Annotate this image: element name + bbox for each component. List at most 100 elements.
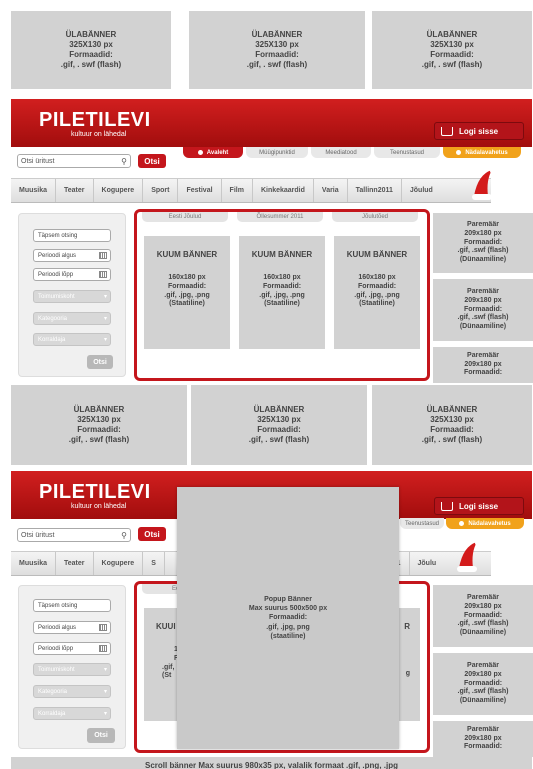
popup-formats: .gif, .jpg, png <box>266 623 310 631</box>
right-banner-2[interactable]: Paremäär 209x180 px Formaadid: .gif, .swf (… <box>433 279 533 341</box>
nav-varia[interactable]: Varia <box>314 179 348 202</box>
nav-festival[interactable]: Festival <box>178 179 222 202</box>
nav-kinkekaardid[interactable]: Kinkekaardid <box>253 179 314 202</box>
category-select[interactable]: Kategooria ▾ <box>33 685 111 698</box>
logo-tagline: kultuur on lähedal <box>71 131 127 138</box>
chevron-down-icon: ▾ <box>103 337 107 343</box>
banner-formats: .gif, . swf (flash) <box>60 60 122 69</box>
nav-sport[interactable]: S <box>143 552 165 575</box>
top-banner-2[interactable]: ÜLABÄNNER 325X130 px Formaadid: .gif, . … <box>189 11 365 89</box>
chevron-down-icon: ▾ <box>103 667 107 673</box>
popup-title: Popup Bänner <box>264 596 312 604</box>
tab-avaleht[interactable]: Avaleht <box>183 147 243 158</box>
tab-meediatood[interactable]: Meediatood <box>311 147 371 158</box>
nav-kogupere[interactable]: Kogupere <box>94 552 144 575</box>
logo[interactable]: PILETILEVI <box>39 110 151 130</box>
hot-tab-1[interactable]: Eesti Jõulud <box>142 212 228 222</box>
right-banner-1[interactable]: Paremäär 209x180 px Formaadid: .gif, .swf (… <box>433 213 533 273</box>
search-input-2[interactable]: Otsi üritust ⚲ <box>17 528 131 542</box>
performer-select[interactable]: Korraldaja ▾ <box>33 333 111 346</box>
location-select[interactable]: Toimumiskoht ▾ <box>33 663 111 676</box>
calendar-icon[interactable] <box>99 624 107 631</box>
hot-tab-3[interactable]: Jõulutõed <box>332 212 418 222</box>
tab-muugipunktid[interactable]: Müügipunktid <box>246 147 308 158</box>
period-end-field[interactable]: Perioodi lõpp <box>33 268 111 281</box>
banner-title: ÜLABÄNNER <box>426 30 478 39</box>
hot-banners-frame: Eesti Jõulud Õllesummer 2011 Jõulutõed K… <box>134 209 430 381</box>
login-button-2[interactable]: Logi sisse <box>434 497 524 515</box>
banner-size: 325X130 px <box>69 40 113 49</box>
right-banner-3[interactable]: Paremäär 209x180 px Formaadid: <box>433 347 533 383</box>
tab-nadalavahetus-2[interactable]: Nädalavahetus <box>446 518 524 529</box>
side-search-panel: Täpsem otsing Perioodi algus Perioodi lõ… <box>18 213 126 377</box>
banner-formats-label: Formaadid: <box>69 50 113 59</box>
side-search-button[interactable]: Otsi <box>87 355 113 369</box>
period-start-field[interactable]: Perioodi algus <box>33 621 111 634</box>
scroll-banner[interactable]: Scroll bänner Max suurus 980x35 px, vala… <box>11 757 532 769</box>
search-input[interactable]: Otsi üritust ⚲ <box>17 154 131 168</box>
hot-banner-1[interactable]: KUUM BÄNNER 160x180 px Formaadid: .gif, … <box>144 236 230 349</box>
search-button[interactable]: Otsi <box>138 154 166 168</box>
mid-banner-2[interactable]: ÜLABÄNNER 325X130 px Formaadid: .gif, . swf… <box>191 385 367 465</box>
banner-formats-label: Formaadid: <box>430 50 474 59</box>
nav-kogupere[interactable]: Kogupere <box>94 179 144 202</box>
calendar-icon[interactable] <box>99 645 107 652</box>
banner-formats-label: Formaadid: <box>255 50 299 59</box>
category-nav: Muusika Teater Kogupere Sport Festival F… <box>11 178 491 203</box>
popup-size: Max suurus 500x500 px <box>248 605 328 613</box>
tab-teenustasud-2[interactable]: Teenustasud <box>400 518 444 529</box>
chevron-down-icon: ▾ <box>103 316 107 322</box>
period-start-field[interactable]: Perioodi algus <box>33 249 111 262</box>
santa-hat-icon <box>457 540 481 572</box>
banner-formats: .gif, . swf (flash) <box>246 60 308 69</box>
login-button[interactable]: Logi sisse <box>434 122 524 140</box>
right-banner-4[interactable]: Paremäär 209x180 px Formaadid: .gif, .swf (… <box>433 585 533 647</box>
search-button-2[interactable]: Otsi <box>138 527 166 541</box>
exact-search-field[interactable]: Täpsem otsing <box>33 599 111 612</box>
chevron-down-icon: ▾ <box>103 294 107 300</box>
hot-tab-2[interactable]: Õllesummer 2011 <box>237 212 323 222</box>
hot-banner-3[interactable]: KUUM BÄNNER 160x180 px Formaadid: .gif, … <box>334 236 420 349</box>
nav-joulud[interactable]: Jõulud <box>402 179 441 202</box>
tab-teenustasud[interactable]: Teenustasud <box>374 147 440 158</box>
popup-banner[interactable]: Popup Bänner Max suurus 500x500 px Forma… <box>177 487 399 749</box>
nav-teater[interactable]: Teater <box>56 179 94 202</box>
nav-muusika[interactable]: Muusika <box>11 179 57 202</box>
right-banner-6[interactable]: Paremäär 209x180 px Formaadid: <box>433 721 533 757</box>
cart-icon <box>441 501 453 511</box>
chevron-down-icon: ▾ <box>103 689 107 695</box>
nav-joulud[interactable]: Jõulu <box>410 552 445 575</box>
mid-banner-3[interactable]: ÜLABÄNNER 325X130 px Formaadid: .gif, . swf… <box>372 385 532 465</box>
logo-tagline-2: kultuur on lähedal <box>71 503 127 510</box>
calendar-icon[interactable] <box>99 252 107 259</box>
right-banner-5[interactable]: Paremäär 209x180 px Formaadid: .gif, .swf (… <box>433 653 533 715</box>
search-icon: ⚲ <box>121 530 127 540</box>
banner-size: 325X130 px <box>430 40 474 49</box>
hot-banner-2[interactable]: KUUM BÄNNER 160x180 px Formaadid: .gif, … <box>239 236 325 349</box>
cart-icon <box>441 126 453 136</box>
nav-teater[interactable]: Teater <box>56 552 94 575</box>
popup-formats-label: Formaadid: <box>268 614 308 622</box>
calendar-icon[interactable] <box>99 271 107 278</box>
banner-title: ÜLABÄNNER <box>251 30 303 39</box>
side-search-button[interactable]: Otsi <box>87 728 115 743</box>
side-search-panel-2: Täpsem otsing Perioodi algus Perioodi lõ… <box>18 585 126 749</box>
logo-2[interactable]: PILETILEVI <box>39 482 151 502</box>
top-banner-3[interactable]: ÜLABÄNNER 325X130 px Formaadid: .gif, . … <box>372 11 532 89</box>
nav-sport[interactable]: Sport <box>143 179 179 202</box>
tab-nadalavahetus[interactable]: Nädalavahetus <box>443 147 521 158</box>
category-select[interactable]: Kategooria ▾ <box>33 312 111 325</box>
mid-banner-1[interactable]: ÜLABÄNNER 325X130 px Formaadid: .gif, . swf… <box>11 385 187 465</box>
location-select[interactable]: Toimumiskoht ▾ <box>33 290 111 303</box>
banner-formats: .gif, . swf (flash) <box>421 60 483 69</box>
period-end-field[interactable]: Perioodi lõpp <box>33 642 111 655</box>
santa-hat-icon <box>472 168 496 200</box>
performer-select[interactable]: Korraldaja ▾ <box>33 707 111 720</box>
nav-muusika[interactable]: Muusika <box>11 552 57 575</box>
nav-film[interactable]: Film <box>222 179 253 202</box>
top-banner-1[interactable]: ÜLABÄNNER 325X130 px Formaadid: .gif, . … <box>11 11 171 89</box>
nav-tallinn2011[interactable]: Tallinn2011 <box>348 179 402 202</box>
banner-title: ÜLABÄNNER <box>65 30 117 39</box>
scroll-banner-text: Scroll bänner Max suurus 980x35 px, vala… <box>145 761 398 769</box>
exact-search-field[interactable]: Täpsem otsing <box>33 229 111 242</box>
